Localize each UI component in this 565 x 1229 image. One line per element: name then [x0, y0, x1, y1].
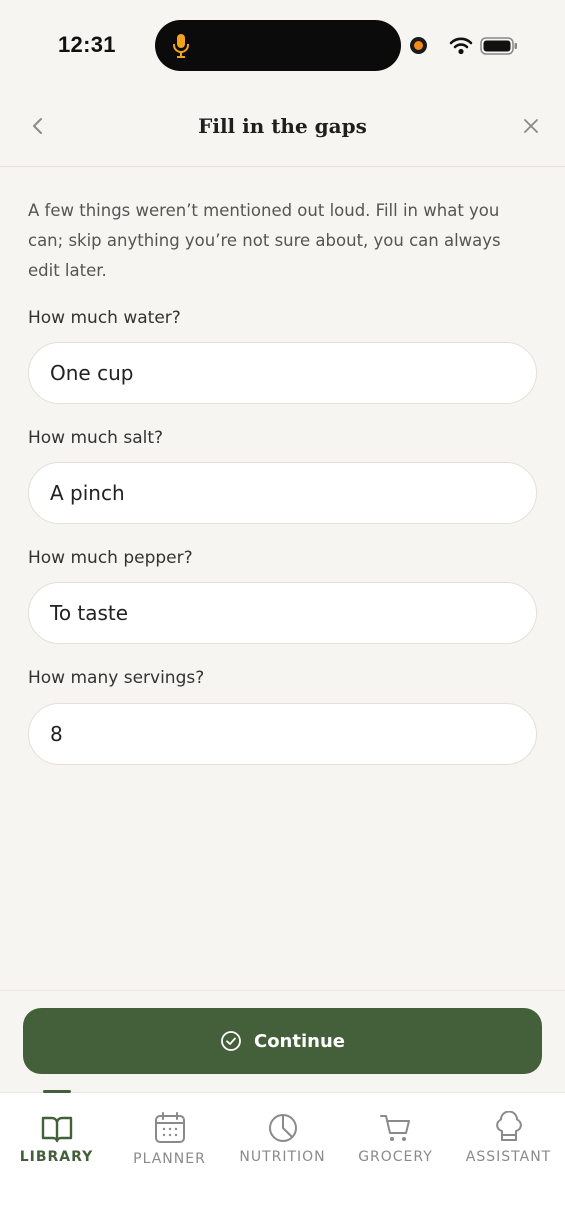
continue-label: Continue [253, 1030, 345, 1052]
tab-nutrition[interactable]: NUTRITION [226, 1093, 339, 1183]
tab-grocery[interactable]: GROCERY [339, 1093, 452, 1183]
microphone-icon [173, 34, 189, 58]
wifi-icon [449, 37, 473, 55]
tab-library-label: LIBRARY [19, 1149, 94, 1165]
page-title: Fill in the gaps [198, 114, 367, 138]
servings-label: How many servings? [28, 668, 205, 688]
salt-label: How much salt? [28, 428, 164, 448]
servings-input[interactable] [28, 703, 537, 765]
cart-icon [379, 1115, 410, 1141]
status-bar: 12:31 [0, 0, 565, 92]
pie-chart-icon [268, 1114, 297, 1142]
bottom-tab-bar: LIBRARY PLANNER NUTRITION GROCERY ASSIST… [0, 1090, 565, 1229]
footer-divider [0, 990, 565, 991]
water-input[interactable] [28, 342, 537, 404]
dynamic-island [155, 20, 401, 71]
salt-input[interactable] [28, 462, 537, 524]
tab-nutrition-label: NUTRITION [239, 1149, 326, 1165]
status-time: 12:31 [58, 32, 116, 57]
chef-hat-icon [495, 1111, 522, 1141]
check-circle-icon [221, 1031, 241, 1051]
book-icon [41, 1116, 72, 1143]
close-icon[interactable] [519, 114, 543, 138]
battery-icon [480, 37, 517, 55]
pepper-label: How much pepper? [28, 548, 193, 568]
calendar-icon [154, 1112, 185, 1143]
tab-assistant[interactable]: ASSISTANT [452, 1093, 565, 1183]
tab-planner-label: PLANNER [133, 1151, 206, 1167]
tab-assistant-label: ASSISTANT [465, 1149, 552, 1165]
pepper-input[interactable] [28, 582, 537, 644]
header-bar: Fill in the gaps [0, 92, 565, 167]
tab-planner[interactable]: PLANNER [113, 1093, 226, 1183]
tab-library[interactable]: LIBRARY [0, 1093, 113, 1183]
tab-grocery-label: GROCERY [358, 1149, 433, 1165]
continue-button[interactable]: Continue [23, 1008, 542, 1074]
water-label: How much water? [28, 308, 181, 328]
intro-text: A few things weren’t mentioned out loud.… [28, 201, 501, 280]
recording-indicator-icon [410, 37, 427, 54]
